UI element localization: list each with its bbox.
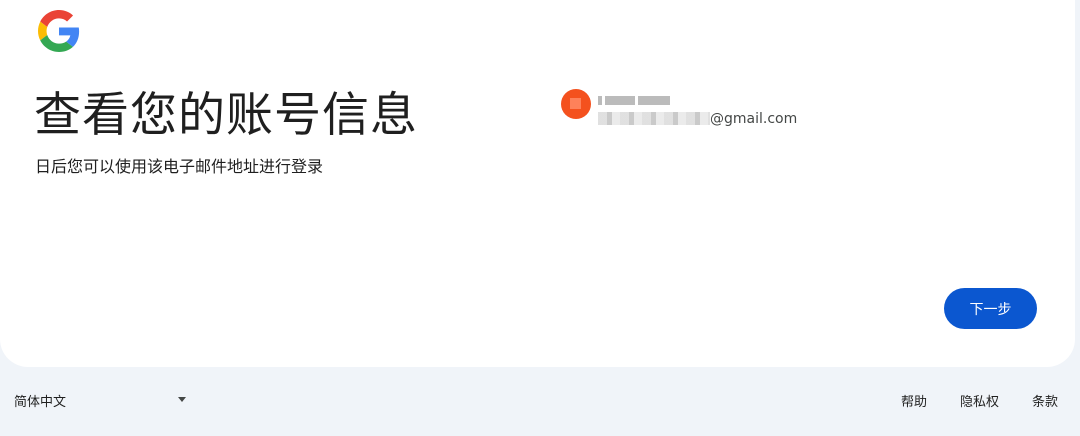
language-selector[interactable]: 简体中文 (14, 391, 192, 410)
account-email: @gmail.com (598, 108, 798, 127)
page-subtitle: 日后您可以使用该电子邮件地址进行登录 (35, 157, 324, 176)
footer-links: 帮助 隐私权 条款 (901, 391, 1058, 410)
terms-link[interactable]: 条款 (1032, 391, 1058, 410)
footer: 简体中文 帮助 隐私权 条款 (0, 367, 1080, 436)
next-button[interactable]: 下一步 (944, 288, 1037, 329)
help-link[interactable]: 帮助 (901, 391, 927, 410)
google-logo-icon (38, 10, 80, 52)
account-name-redacted (598, 90, 673, 105)
email-redacted (598, 112, 710, 125)
page: 查看您的账号信息 日后您可以使用该电子邮件地址进行登录 @gmail.com 下… (0, 0, 1080, 436)
signin-card: 查看您的账号信息 日后您可以使用该电子邮件地址进行登录 @gmail.com 下… (0, 0, 1075, 367)
email-domain: @gmail.com (710, 110, 798, 127)
caret-down-icon (178, 397, 186, 402)
avatar (561, 89, 591, 119)
page-title: 查看您的账号信息 (34, 88, 418, 143)
avatar-blur (570, 98, 581, 109)
privacy-link[interactable]: 隐私权 (960, 391, 999, 410)
language-label: 简体中文 (14, 395, 67, 410)
